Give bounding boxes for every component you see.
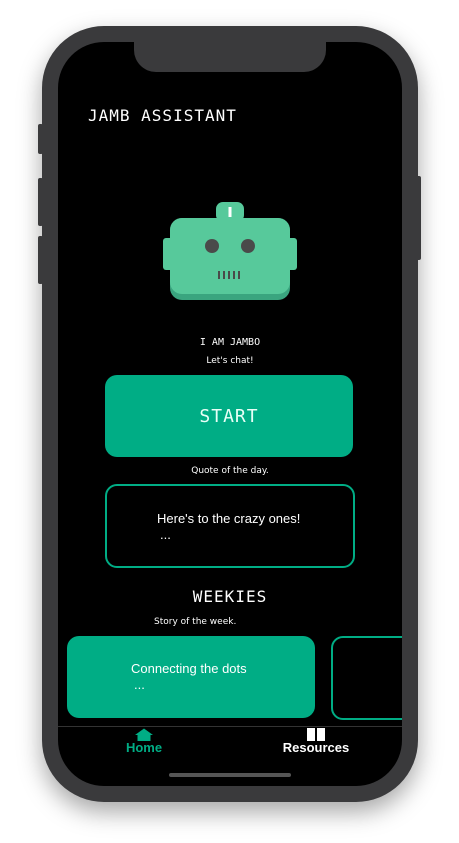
- story-title: Connecting the dots: [131, 661, 247, 676]
- tab-home-label: Home: [125, 740, 163, 755]
- quote-text: Here's to the crazy ones!: [157, 511, 301, 526]
- next-story-card[interactable]: [331, 636, 402, 720]
- start-button[interactable]: START: [105, 375, 353, 457]
- quote-ellipsis: ...: [160, 527, 171, 542]
- bot-subtitle: Let's chat!: [206, 356, 254, 366]
- volume-down-button: [38, 236, 43, 284]
- tab-bar: Home Resources: [58, 726, 402, 786]
- tab-home[interactable]: Home: [84, 727, 204, 755]
- quote-heading: Quote of the day.: [191, 466, 269, 476]
- quote-card[interactable]: Here's to the crazy ones! ...: [105, 484, 355, 568]
- power-button: [416, 176, 421, 260]
- tab-resources[interactable]: Resources: [256, 727, 376, 755]
- story-card[interactable]: Connecting the dots ...: [67, 636, 315, 718]
- volume-up-button: [38, 178, 43, 226]
- weekies-subtitle: Story of the week.: [154, 617, 237, 627]
- home-indicator: [169, 773, 291, 777]
- notch: [134, 42, 326, 72]
- app-title: JAMB ASSISTANT: [88, 106, 237, 125]
- weekies-title: WEEKIES: [192, 587, 268, 606]
- app-screen: JAMB ASSISTANT I AM JAMBO Let's chat! ST…: [58, 42, 402, 786]
- robot-icon: [163, 202, 297, 300]
- bot-name: I AM JAMBO: [199, 337, 261, 348]
- story-ellipsis: ...: [134, 677, 145, 692]
- mute-switch: [38, 124, 43, 154]
- tab-resources-label: Resources: [282, 740, 350, 755]
